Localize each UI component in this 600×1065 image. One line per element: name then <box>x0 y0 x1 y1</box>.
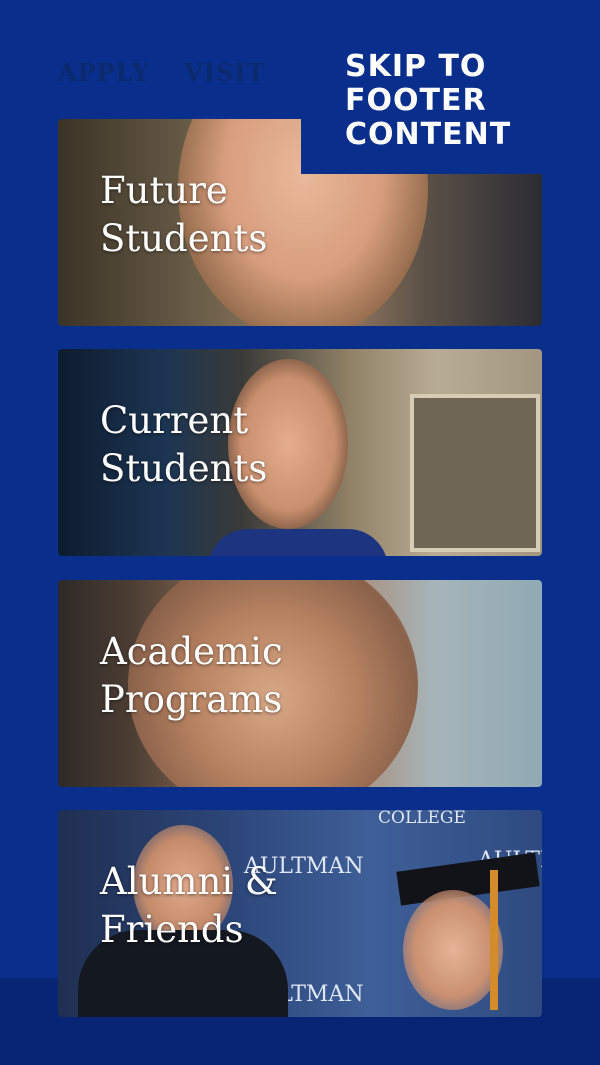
card-label: Academic Programs <box>100 630 283 721</box>
utility-nav: APPLY VISIT <box>58 58 265 87</box>
card-label: Future Students <box>100 169 268 260</box>
card-label: Alumni & Friends <box>100 860 278 951</box>
card-alumni-friends[interactable]: COLLEGE AULTMAN AULTMAN AULTMAN Alumni &… <box>58 810 542 1017</box>
apply-link[interactable]: APPLY <box>58 58 150 87</box>
scrubs-shape <box>208 529 388 556</box>
graduate-photo-right <box>403 890 503 1010</box>
visit-link[interactable]: VISIT <box>184 58 265 87</box>
cabinet-shape <box>410 394 540 552</box>
skip-to-footer-label: SKIP TO FOOTER CONTENT <box>345 49 512 152</box>
college-banner-text: COLLEGE <box>378 810 466 828</box>
skip-to-footer-link[interactable]: SKIP TO FOOTER CONTENT <box>301 40 600 174</box>
card-current-students[interactable]: Current Students <box>58 349 542 556</box>
tassel-right <box>490 870 498 1010</box>
card-academic-programs[interactable]: Academic Programs <box>58 580 542 787</box>
card-label: Current Students <box>100 399 268 490</box>
